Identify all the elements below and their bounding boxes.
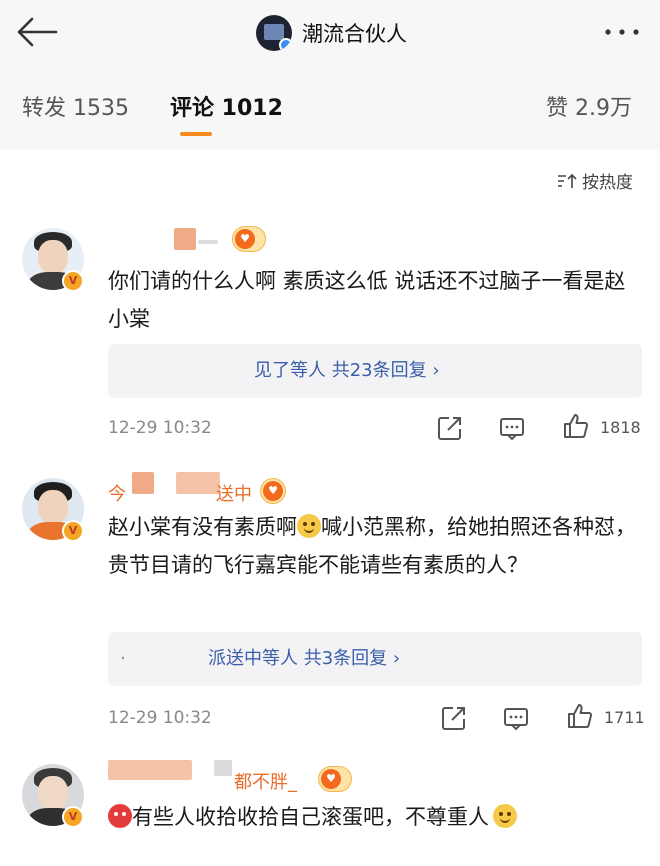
sort-icon — [558, 173, 577, 188]
tab-comment[interactable]: 评论 1012 — [170, 90, 283, 122]
reply-summary-text: 见了等人 共23条回复 › — [254, 360, 440, 381]
comment-text-part: 赵小棠有没有素质啊 — [108, 515, 297, 539]
reply-summary[interactable]: 见了等人 共23条回复 › — [108, 344, 642, 398]
comment-text: 你们请的什么人啊 素质这么低 说话还不过脑子一看是赵小棠 — [108, 269, 626, 331]
active-tab-indicator — [180, 132, 212, 136]
sort-label: 按热度 — [582, 173, 633, 193]
verified-badge-icon: V — [62, 270, 84, 292]
comment-time: 12-29 10:32 — [108, 418, 212, 438]
angry-emoji-icon — [108, 804, 132, 828]
top-bar: 潮流合伙人 — [0, 0, 660, 66]
reply-dot: · — [120, 648, 126, 669]
fan-badge: ♥ — [260, 478, 286, 504]
like-icon[interactable] — [562, 412, 590, 440]
page-title: 潮流合伙人 — [302, 22, 407, 46]
comment-text: 有些人收拾收拾自己滚蛋吧，不尊重人 — [108, 798, 638, 836]
username-suffix[interactable]: 送中 — [216, 480, 252, 506]
redacted-username — [198, 240, 218, 244]
tab-bar: 转发 1535 评论 1012 赞 2.9万 — [0, 66, 660, 150]
redacted-username — [132, 472, 154, 494]
more-options-icon[interactable] — [600, 22, 644, 42]
comment-text: 赵小棠有没有素质啊 喊小范黑称，给她拍照还各种怼，贵节目请的飞行嘉宾能不能请些有素… — [108, 508, 638, 584]
comment-text-part: 有些人收拾收拾自己滚蛋吧，不尊重人 — [132, 805, 489, 829]
like-icon[interactable] — [566, 702, 594, 730]
heart-icon: ♥ — [263, 481, 283, 501]
back-arrow-icon[interactable] — [14, 14, 60, 50]
account-avatar — [256, 15, 292, 51]
tab-like[interactable]: 赞 2.9万 — [546, 90, 632, 122]
comment-icon[interactable] — [502, 704, 530, 732]
like-count: 1818 — [600, 418, 641, 437]
tab-repost[interactable]: 转发 1535 — [22, 90, 129, 122]
fan-badge: ♥ — [318, 766, 352, 792]
smile-emoji-icon — [493, 804, 517, 828]
username-suffix[interactable]: 都不胖_ — [234, 768, 297, 794]
verified-badge-icon: V — [62, 520, 84, 542]
redacted-username — [174, 228, 196, 250]
reply-summary-text: 派送中等人 共3条回复 › — [208, 648, 401, 669]
reply-summary[interactable]: · 派送中等人 共3条回复 › — [108, 632, 642, 686]
verified-badge-icon: V — [62, 806, 84, 828]
verified-badge-icon — [279, 38, 292, 51]
username[interactable]: 今 — [108, 480, 126, 506]
comment-icon[interactable] — [498, 414, 526, 442]
sweat-smile-emoji-icon — [297, 514, 321, 538]
share-icon[interactable] — [440, 704, 468, 732]
heart-icon: ♥ — [235, 229, 255, 249]
share-icon[interactable] — [436, 414, 464, 442]
like-count: 1711 — [604, 708, 645, 727]
comment-time: 12-29 10:32 — [108, 708, 212, 728]
fan-badge: ♥ — [232, 226, 266, 252]
account-title[interactable]: 潮流合伙人 — [256, 12, 407, 54]
heart-icon: ♥ — [321, 769, 341, 789]
redacted-username — [176, 472, 220, 494]
redacted-username — [214, 760, 232, 776]
redacted-username — [108, 760, 192, 780]
sort-button[interactable]: 按热度 — [556, 168, 633, 193]
